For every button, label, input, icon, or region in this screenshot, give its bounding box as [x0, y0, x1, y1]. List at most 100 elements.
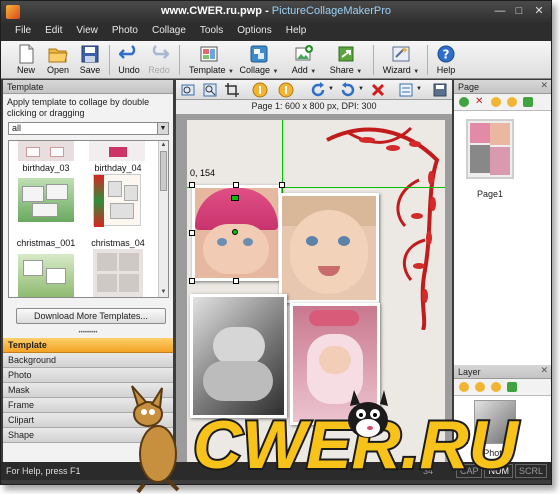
resize-handle-s[interactable] — [233, 278, 239, 284]
template-button[interactable]: Template ▼ — [189, 43, 234, 77]
wizard-dropdown-icon[interactable]: ▼ — [413, 69, 419, 75]
delete-page-icon[interactable]: ✕ — [475, 97, 485, 107]
menu-options[interactable]: Options — [230, 23, 278, 36]
collage-dropdown-icon[interactable]: ▼ — [273, 69, 279, 75]
resize-handle-nw[interactable] — [189, 182, 195, 188]
zoom-icon[interactable] — [202, 82, 218, 98]
layer-down-icon[interactable] — [475, 382, 485, 392]
page-list[interactable]: Page1 — [454, 110, 551, 365]
close-icon[interactable]: ✕ — [531, 4, 547, 19]
move-page-down-icon[interactable] — [507, 97, 517, 107]
new-button[interactable]: New — [9, 43, 43, 77]
help-button[interactable]: ? Help — [429, 43, 463, 77]
layer-list[interactable]: ✓ Photo — [454, 395, 551, 465]
chevron-down-icon[interactable]: ▼ — [157, 123, 168, 134]
resize-handle-n[interactable] — [233, 182, 239, 188]
template-thumbnail-row3-left[interactable] — [18, 254, 74, 297]
collage-button[interactable]: Collage ▼ — [239, 43, 279, 77]
accordion-shape[interactable]: Shape — [3, 428, 173, 443]
delete-icon[interactable] — [370, 82, 386, 98]
template-dropdown-icon[interactable]: ▼ — [228, 69, 234, 75]
share-button[interactable]: Share ▼ — [329, 43, 363, 77]
wizard-button[interactable]: Wizard ▼ — [381, 43, 421, 77]
menu-photo[interactable]: Photo — [105, 23, 145, 36]
minimize-icon[interactable]: — — [492, 4, 508, 19]
toolbar-divider — [373, 45, 374, 75]
accordion-photo[interactable]: Photo — [3, 368, 173, 383]
open-button[interactable]: Open — [41, 43, 75, 77]
rotate-left-dropdown-icon[interactable]: ▼ — [358, 86, 364, 92]
resize-handle-sw[interactable] — [189, 278, 195, 284]
template-label-christmas-001: christmas_001 — [16, 238, 76, 248]
redo-label: Redo — [148, 65, 170, 75]
redo-button[interactable]: Redo — [142, 43, 176, 77]
photo-sleeping-baby-bw[interactable] — [190, 294, 287, 418]
panel-splitter-grip[interactable]: ••••••••• — [3, 330, 173, 336]
undo-button[interactable]: Undo — [112, 43, 146, 77]
bring-forward-icon[interactable] — [252, 82, 268, 98]
menu-collage[interactable]: Collage — [145, 23, 193, 36]
add-dropdown-icon[interactable]: ▼ — [310, 69, 316, 75]
fit-page-icon[interactable] — [180, 82, 196, 98]
template-filter-select[interactable]: all ▼ — [8, 122, 169, 135]
rotate-right-dropdown-icon[interactable]: ▼ — [328, 86, 334, 92]
collage-page[interactable]: 0, 154 — [187, 120, 445, 462]
template-scrollbar[interactable]: ▲ ▼ — [158, 141, 168, 297]
template-thumbnail-christmas-001[interactable] — [18, 178, 74, 222]
menu-help[interactable]: Help — [279, 23, 314, 36]
scroll-down-icon[interactable]: ▼ — [159, 288, 168, 297]
title-bar[interactable]: www.CWER.ru.pwp - PictureCollageMakerPro… — [1, 1, 551, 23]
align-icon[interactable] — [398, 82, 414, 98]
new-label: New — [16, 65, 35, 75]
scroll-thumb[interactable] — [160, 151, 167, 191]
layer-visibility-checkbox[interactable]: ✓ — [458, 434, 468, 444]
crop-icon[interactable] — [224, 82, 240, 98]
template-thumbnail-grid[interactable]: birthday_03 birthday_04 christmas_001 ch… — [8, 140, 169, 298]
canvas-workspace[interactable]: 0, 154 — [176, 114, 452, 462]
add-button[interactable]: Add ▼ — [289, 43, 319, 77]
layer-up-icon[interactable] — [459, 382, 469, 392]
resize-handle-w[interactable] — [189, 230, 195, 236]
template-thumbnail-christmas-04[interactable] — [93, 174, 141, 227]
template-label-birthday-04: birthday_04 — [94, 163, 142, 173]
template-thumbnail-top-left[interactable] — [18, 141, 74, 161]
scroll-up-icon[interactable]: ▲ — [159, 141, 168, 150]
layer-panel-close-icon[interactable]: ✕ — [540, 365, 548, 376]
menu-tools[interactable]: Tools — [193, 23, 230, 36]
title-app-name: PictureCollageMakerPro — [271, 5, 392, 17]
pivot-point[interactable] — [232, 229, 238, 235]
refresh-pages-icon[interactable] — [523, 97, 533, 107]
accordion-background[interactable]: Background — [3, 353, 173, 368]
maximize-icon[interactable]: □ — [511, 4, 527, 19]
download-more-templates-button[interactable]: Download More Templates... — [16, 308, 166, 324]
template-thumbnail-top-right[interactable] — [89, 141, 145, 161]
layer-top-icon[interactable] — [491, 382, 501, 392]
template-thumbnail-row3-right[interactable] — [93, 249, 143, 297]
page-panel-close-icon[interactable]: ✕ — [540, 80, 548, 91]
rotate-left-icon[interactable] — [340, 82, 356, 98]
add-page-icon[interactable] — [459, 97, 469, 107]
send-backward-icon[interactable] — [278, 82, 294, 98]
share-dropdown-icon[interactable]: ▼ — [356, 69, 362, 75]
accordion-template[interactable]: Template — [3, 338, 173, 353]
align-dropdown-icon[interactable]: ▼ — [416, 86, 422, 92]
rotate-handle[interactable] — [231, 195, 239, 201]
menu-view[interactable]: View — [69, 23, 105, 36]
accordion-clipart[interactable]: Clipart — [3, 413, 173, 428]
accordion-mask[interactable]: Mask — [3, 383, 173, 398]
resize-handle-ne[interactable] — [279, 182, 285, 188]
template-panel-title: Template — [3, 80, 173, 94]
layer-refresh-icon[interactable] — [507, 382, 517, 392]
page-thumbnail-1[interactable] — [466, 119, 514, 179]
collage-icon — [250, 45, 268, 63]
photo-baby-bunny-costume[interactable] — [290, 303, 380, 425]
accordion-frame[interactable]: Frame — [3, 398, 173, 413]
move-page-up-icon[interactable] — [491, 97, 501, 107]
save-button[interactable]: Save — [73, 43, 107, 77]
layer-thumbnail[interactable] — [474, 400, 516, 444]
photo-smiling-baby[interactable] — [279, 193, 379, 303]
menu-edit[interactable]: Edit — [38, 23, 69, 36]
menu-file[interactable]: File — [1, 23, 38, 36]
rotate-right-icon[interactable] — [310, 82, 326, 98]
export-icon[interactable] — [432, 82, 448, 98]
